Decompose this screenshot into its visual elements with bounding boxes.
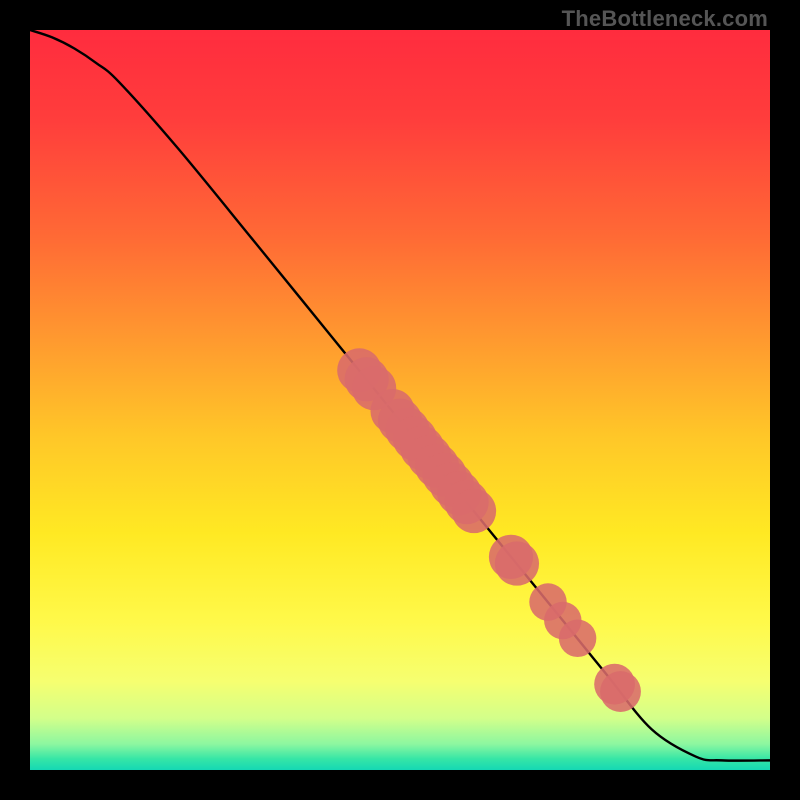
- chart-marker: [600, 671, 641, 712]
- chart-marker: [559, 620, 596, 657]
- watermark-text: TheBottleneck.com: [562, 6, 768, 32]
- chart-overlay: [30, 30, 770, 770]
- chart-marker: [452, 489, 496, 533]
- stage: TheBottleneck.com: [0, 0, 800, 800]
- chart-plot-area: [30, 30, 770, 770]
- chart-marker: [495, 541, 539, 585]
